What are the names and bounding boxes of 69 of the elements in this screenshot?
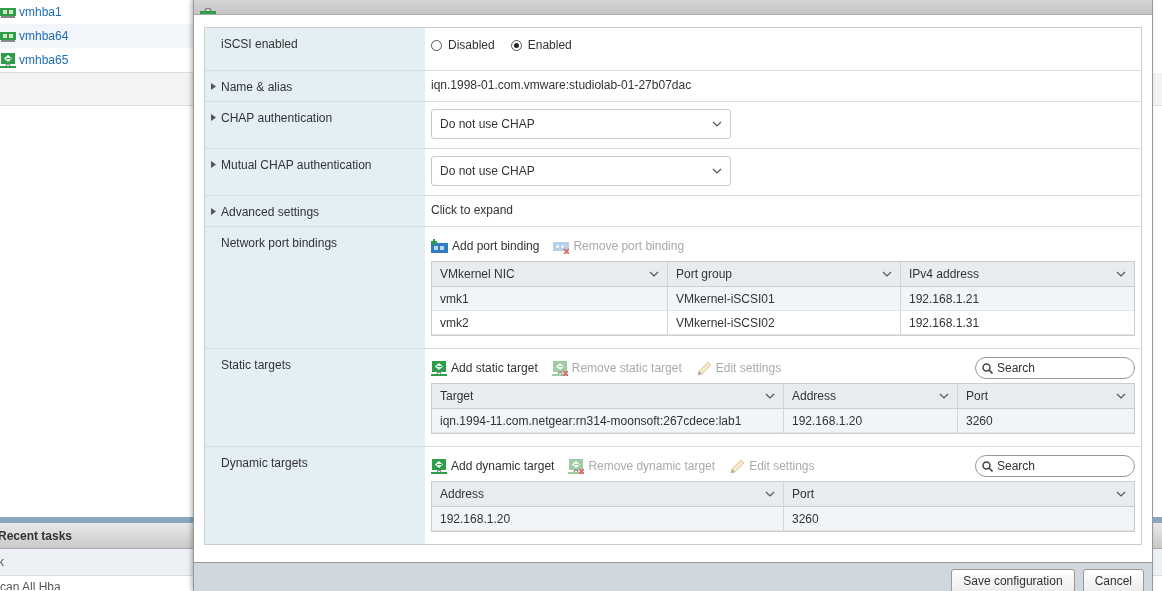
setting-label: Mutual CHAP authentication — [221, 158, 372, 172]
chevron-down-icon — [712, 120, 722, 128]
column-header[interactable]: Target — [432, 384, 784, 409]
adapter-name[interactable]: vmhba65 — [19, 53, 69, 67]
chevron-down-icon[interactable] — [765, 392, 775, 400]
table-cell: vmk1 — [432, 287, 668, 311]
chevron-down-icon[interactable] — [1116, 392, 1126, 400]
search-icon — [982, 363, 993, 374]
column-header[interactable]: VMkernel NIC — [432, 262, 668, 287]
circuit-board-icon — [0, 30, 16, 42]
dialog-button[interactable]: Cancel — [1082, 568, 1144, 591]
setting-label: Advanced settings — [221, 205, 320, 219]
table-cell: 3260 — [958, 409, 1134, 433]
chevron-down-icon[interactable] — [882, 270, 892, 278]
toolbar-button[interactable]: Add static target — [431, 360, 538, 376]
dialog-button[interactable]: Save configuration — [951, 568, 1075, 591]
table-cell: 192.168.1.21 — [901, 287, 1134, 311]
table-cell: 192.168.1.20 — [432, 507, 784, 531]
pencil-icon — [729, 458, 746, 474]
column-header[interactable]: Port — [958, 384, 1134, 409]
radio-label[interactable]: Enabled — [527, 38, 572, 52]
table-cell: vmk2 — [432, 311, 668, 335]
setting-value: iqn.1998-01.com.vmware:studiolab-01-27b07dac — [431, 78, 692, 92]
search-field[interactable]: Search — [975, 357, 1135, 379]
chevron-down-icon[interactable] — [649, 270, 659, 278]
adapter-name[interactable]: vmhba1 — [19, 5, 62, 19]
setting-label: Static targets — [221, 358, 292, 372]
setting-label: Dynamic targets — [221, 456, 308, 470]
chap-dropdown[interactable]: Do not use CHAP — [431, 156, 731, 186]
radio-label[interactable]: Disabled — [448, 38, 495, 52]
setting-label: Name & alias — [221, 80, 293, 94]
pencil-icon — [695, 360, 712, 376]
table-cell: 192.168.1.31 — [901, 311, 1134, 335]
column-header[interactable]: IPv4 address — [901, 262, 1134, 287]
column-header[interactable]: Address — [432, 482, 784, 507]
column-header[interactable]: Address — [784, 384, 958, 409]
adapter-row[interactable]: vmhba64 — [0, 24, 193, 48]
setting-label: Network port bindings — [221, 236, 338, 250]
table-cell: 192.168.1.20 — [784, 409, 958, 433]
setting-label: iSCSI enabled — [221, 37, 298, 51]
chap-dropdown[interactable]: Do not use CHAP — [431, 109, 731, 139]
expand-triangle-icon[interactable] — [211, 208, 216, 215]
adapter-arrow-x-icon — [568, 458, 585, 474]
search-field[interactable]: Search — [975, 455, 1135, 477]
search-icon — [982, 461, 993, 472]
column-header[interactable]: Port group — [668, 262, 901, 287]
setting-label: CHAP authentication — [221, 111, 333, 125]
chevron-down-icon — [712, 167, 722, 175]
chevron-down-icon[interactable] — [765, 490, 775, 498]
setting-value: Click to expand — [431, 203, 514, 217]
chevron-down-icon[interactable] — [939, 392, 949, 400]
card-plus-icon — [431, 239, 448, 253]
table-cell: VMkernel-iSCSI01 — [668, 287, 901, 311]
adapter-arrow-x-icon — [551, 360, 568, 376]
chevron-down-icon[interactable] — [1116, 270, 1126, 278]
expand-triangle-icon[interactable] — [211, 114, 216, 121]
toolbar-button[interactable]: Add port binding — [431, 239, 540, 253]
chevron-down-icon[interactable] — [1116, 490, 1126, 498]
table-cell: 3260 — [784, 507, 1134, 531]
toolbar-button[interactable]: Add dynamic target — [431, 458, 555, 474]
adapter-row[interactable]: vmhba65 — [0, 48, 193, 72]
adapter-row[interactable]: vmhba1 — [0, 0, 193, 24]
expand-triangle-icon[interactable] — [211, 161, 216, 168]
adapter-name[interactable]: vmhba64 — [19, 29, 69, 43]
table-cell: VMkernel-iSCSI02 — [668, 311, 901, 335]
circuit-board-icon — [0, 6, 16, 18]
table-cell: iqn.1994-11.com.netgear:rn314-moonsoft:267cdece:lab1 — [432, 409, 784, 433]
expand-triangle-icon[interactable] — [211, 83, 216, 90]
column-header[interactable]: Port — [784, 482, 1134, 507]
